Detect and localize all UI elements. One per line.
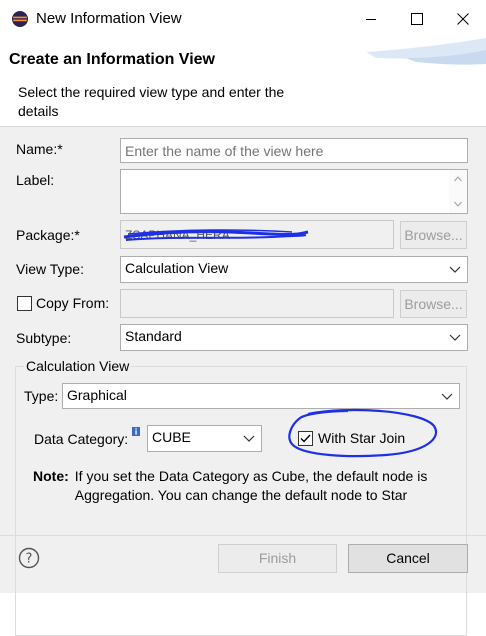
help-button[interactable]: ?: [18, 547, 40, 569]
chevron-down-icon: [441, 393, 453, 400]
note-label: Note:: [33, 468, 69, 484]
type-label: Type:: [24, 388, 59, 404]
data-category-select[interactable]: CUBE: [147, 425, 262, 452]
finish-button[interactable]: Finish: [218, 544, 337, 573]
close-button[interactable]: [440, 0, 486, 38]
svg-text:?: ?: [26, 552, 33, 567]
type-value: Graphical: [67, 387, 127, 403]
view-type-select[interactable]: Calculation View: [120, 256, 468, 283]
scroll-up-icon: [454, 176, 462, 182]
minimize-button[interactable]: [348, 0, 394, 38]
package-label: Package:*: [16, 227, 80, 243]
subtype-value: Standard: [125, 328, 182, 344]
chevron-down-icon: [449, 334, 461, 341]
data-category-label: Data Category:: [34, 431, 129, 447]
subtype-label: Subtype:: [16, 330, 72, 346]
type-select[interactable]: Graphical: [62, 383, 460, 409]
wizard-description: Select the required view type and enter …: [18, 84, 285, 119]
redaction-scribble: [123, 229, 309, 241]
help-icon: ?: [18, 547, 40, 569]
note-text: If you set the Data Category as Cube, th…: [74, 468, 428, 503]
copy-from-browse-button[interactable]: Browse...: [400, 290, 467, 318]
label-scrollbar[interactable]: [449, 170, 467, 213]
copy-from-field[interactable]: [120, 289, 394, 318]
package-browse-button[interactable]: Browse...: [400, 221, 467, 249]
label-textarea[interactable]: [120, 169, 468, 214]
calculation-view-group-title: Calculation View: [24, 358, 132, 374]
scroll-down-icon: [454, 201, 462, 207]
chevron-down-icon: [243, 435, 255, 442]
cancel-button[interactable]: Cancel: [348, 544, 468, 573]
data-category-value: CUBE: [152, 429, 191, 445]
info-icon: [132, 427, 140, 436]
banner-decoration: [346, 38, 486, 126]
minimize-icon: [365, 13, 377, 25]
note-area: Note: If you set the Data Category as Cu…: [33, 467, 458, 505]
name-label: Name:*: [16, 141, 63, 157]
view-type-value: Calculation View: [125, 260, 229, 276]
name-input[interactable]: [120, 138, 468, 163]
title-bar: New Information View: [0, 0, 486, 38]
chevron-down-icon: [449, 266, 461, 273]
subtype-select[interactable]: Standard: [120, 324, 468, 351]
footer-divider: [0, 535, 486, 536]
highlight-circle: [288, 408, 437, 458]
window-title: New Information View: [36, 10, 182, 27]
copy-from-label: Copy From:: [36, 295, 110, 311]
wizard-body: Name:* Label: Package:* ZSAPHANA_HERA Br…: [0, 127, 486, 636]
maximize-icon: [411, 13, 423, 25]
wizard-header: Create an Information View Select the re…: [0, 38, 486, 127]
label-label: Label:: [16, 172, 55, 188]
maximize-button[interactable]: [394, 0, 440, 38]
view-type-label: View Type:: [16, 261, 84, 277]
eclipse-icon: [12, 11, 28, 27]
wizard-title: Create an Information View: [9, 51, 215, 68]
copy-from-checkbox[interactable]: [17, 296, 32, 311]
close-icon: [457, 13, 469, 25]
